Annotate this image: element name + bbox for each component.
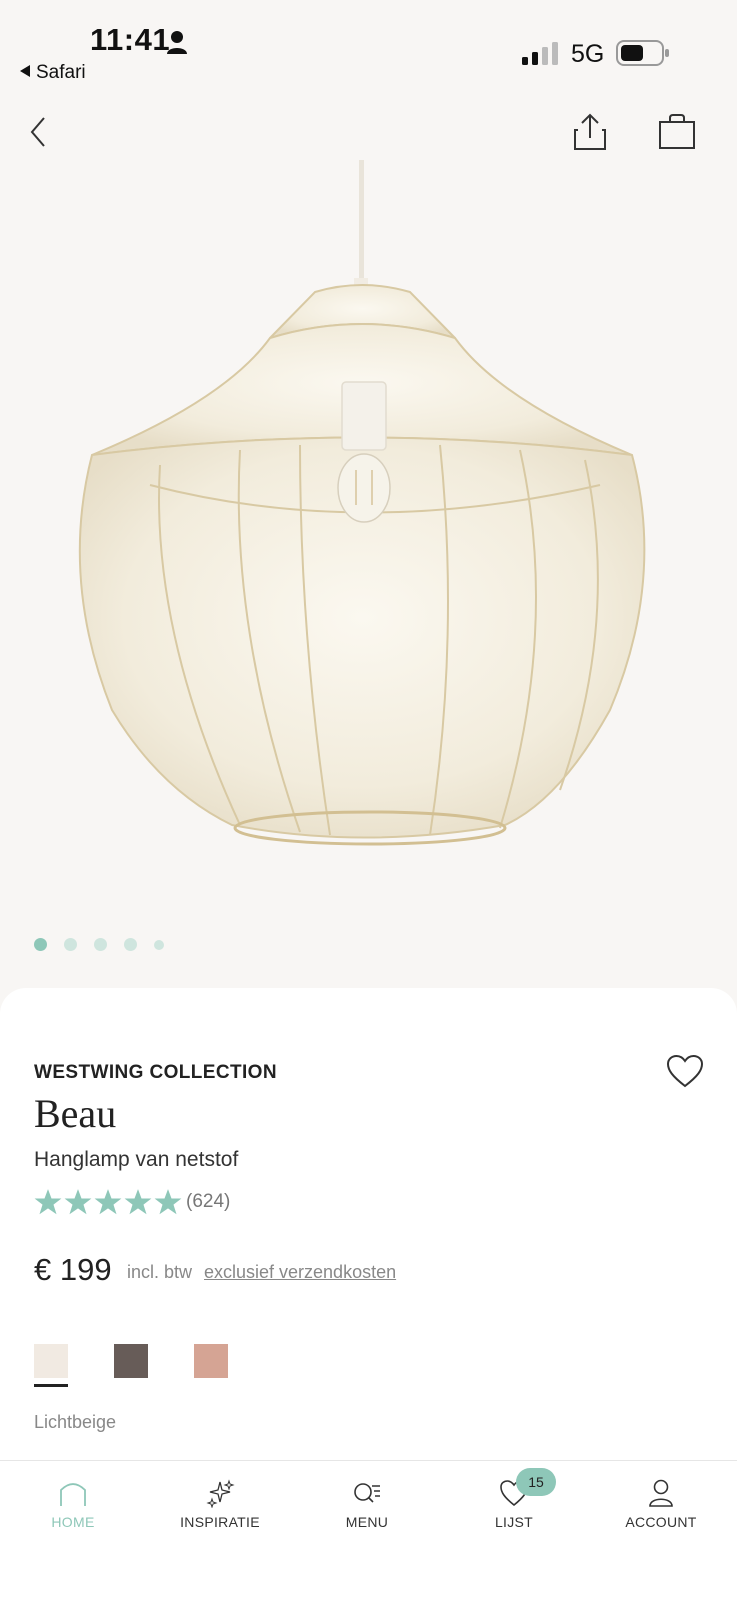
home-icon bbox=[60, 1483, 86, 1506]
price: € 199 bbox=[34, 1252, 112, 1287]
selected-swatch-indicator bbox=[34, 1384, 68, 1387]
tab-inspiratie[interactable]: INSPIRATIE bbox=[155, 1478, 285, 1530]
gallery-dot-2[interactable] bbox=[64, 938, 77, 951]
tab-home[interactable]: HOME bbox=[8, 1478, 138, 1530]
color-swatch-light-beige[interactable] bbox=[34, 1344, 68, 1378]
tab-label: ACCOUNT bbox=[625, 1514, 697, 1530]
color-swatch-pink[interactable] bbox=[194, 1344, 228, 1378]
back-triangle-icon bbox=[20, 65, 30, 77]
product-image[interactable] bbox=[0, 160, 737, 920]
battery-icon bbox=[616, 40, 669, 66]
tab-lijst[interactable]: LIJST bbox=[449, 1478, 579, 1530]
tab-menu[interactable]: MENU bbox=[302, 1478, 432, 1530]
back-app-label: Safari bbox=[36, 62, 86, 83]
tab-label: INSPIRATIE bbox=[180, 1514, 260, 1530]
product-info-card bbox=[0, 988, 737, 1460]
selected-color-name: Lichtbeige bbox=[34, 1412, 117, 1432]
wishlist-count-badge: 15 bbox=[516, 1468, 556, 1496]
person-icon bbox=[167, 31, 187, 54]
signal-icon bbox=[522, 42, 558, 65]
share-icon[interactable] bbox=[572, 112, 608, 152]
back-to-safari[interactable]: Safari bbox=[20, 62, 86, 84]
gallery-dot-1[interactable] bbox=[34, 938, 47, 951]
product-subtitle: Hanglamp van netstof bbox=[34, 1148, 239, 1171]
network-type: 5G bbox=[571, 40, 605, 68]
brand-name[interactable]: WESTWING COLLECTION bbox=[34, 1062, 277, 1084]
color-swatch-dark-grey[interactable] bbox=[114, 1344, 148, 1378]
gallery-dot-5[interactable] bbox=[154, 940, 164, 950]
tab-account[interactable]: ACCOUNT bbox=[596, 1478, 726, 1530]
tab-label: MENU bbox=[345, 1514, 389, 1530]
shopping-bag-icon[interactable] bbox=[658, 114, 696, 150]
user-icon bbox=[649, 1479, 673, 1507]
rating[interactable]: (624) bbox=[34, 1188, 230, 1216]
tab-label: LIJST bbox=[494, 1514, 534, 1530]
star-icon bbox=[64, 1189, 92, 1215]
star-icon bbox=[94, 1189, 122, 1215]
shipping-link[interactable]: exclusief verzendkosten bbox=[204, 1262, 396, 1283]
gallery-dot-3[interactable] bbox=[94, 938, 107, 951]
status-time: 11:41 bbox=[90, 22, 171, 57]
search-menu-icon bbox=[354, 1483, 380, 1503]
review-count[interactable]: (624) bbox=[186, 1191, 230, 1213]
star-icon bbox=[34, 1189, 62, 1215]
star-icon bbox=[154, 1189, 182, 1215]
vat-note: incl. btw bbox=[127, 1262, 193, 1282]
product-title: Beau bbox=[34, 1091, 117, 1136]
heart-icon[interactable] bbox=[666, 1054, 704, 1088]
gallery-dot-4[interactable] bbox=[124, 938, 137, 951]
star-icon bbox=[124, 1189, 152, 1215]
sparkles-icon bbox=[206, 1479, 235, 1508]
tab-label: HOME bbox=[51, 1514, 95, 1530]
chevron-left-icon[interactable] bbox=[26, 114, 50, 150]
